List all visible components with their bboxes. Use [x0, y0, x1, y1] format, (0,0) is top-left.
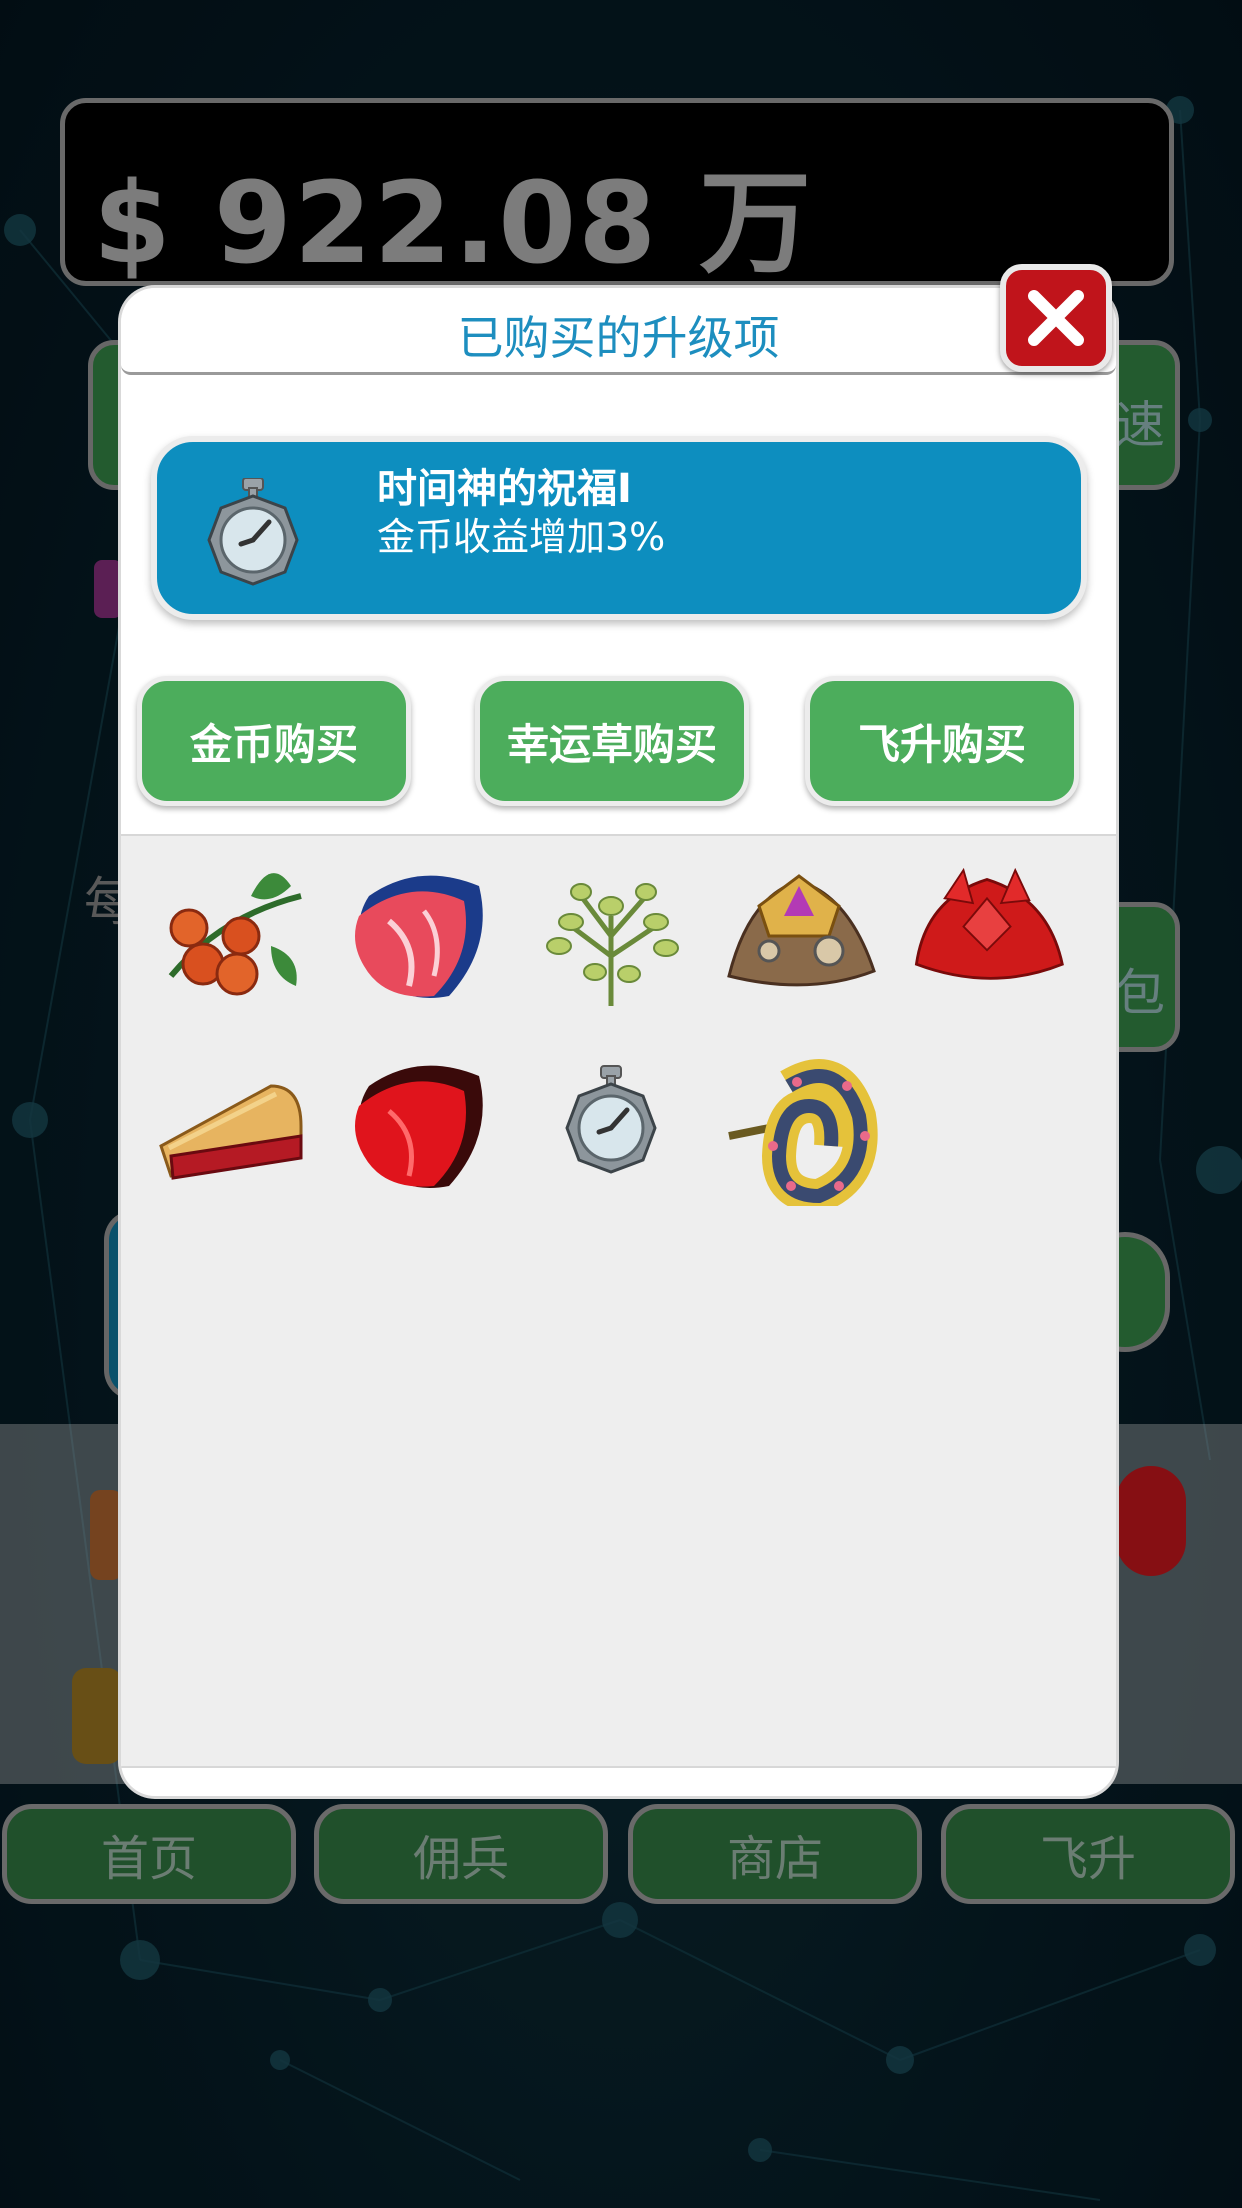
tentacle-icon[interactable] — [719, 1046, 879, 1206]
purchased-upgrades-dialog: 已购买的升级项 时间神的祝福I 金币收益增加3% 金币购买 幸运草购买 飞升购买 — [121, 288, 1116, 1796]
gold-helmet-icon[interactable] — [719, 856, 879, 1016]
herb-icon[interactable] — [531, 856, 691, 1016]
berries-icon[interactable] — [151, 856, 311, 1016]
close-icon — [1028, 290, 1084, 346]
stopwatch-icon — [207, 478, 299, 586]
tab-clover-label: 幸运草购买 — [506, 719, 717, 769]
tab-ascend-label: 飞升购买 — [857, 719, 1026, 769]
selected-upgrade-card: 时间神的祝福I 金币收益增加3% — [151, 436, 1087, 620]
upgrade-grid — [121, 834, 1116, 1768]
red-steak-icon[interactable] — [339, 1046, 499, 1206]
dialog-header: 已购买的升级项 — [121, 288, 1116, 375]
close-button[interactable] — [1000, 264, 1112, 372]
tab-ascend-purchase[interactable]: 飞升购买 — [805, 676, 1079, 806]
stopwatch-icon[interactable] — [531, 1046, 691, 1206]
upgrade-description: 金币收益增加3% — [377, 515, 666, 559]
cherry-pie-icon[interactable] — [151, 1046, 311, 1206]
tab-gold-label: 金币购买 — [189, 719, 358, 769]
blue-steak-icon[interactable] — [339, 856, 499, 1016]
tab-gold-purchase[interactable]: 金币购买 — [137, 676, 411, 806]
dialog-title: 已购买的升级项 — [457, 311, 780, 365]
tab-clover-purchase[interactable]: 幸运草购买 — [475, 676, 749, 806]
red-helmet-icon[interactable] — [907, 856, 1067, 1016]
